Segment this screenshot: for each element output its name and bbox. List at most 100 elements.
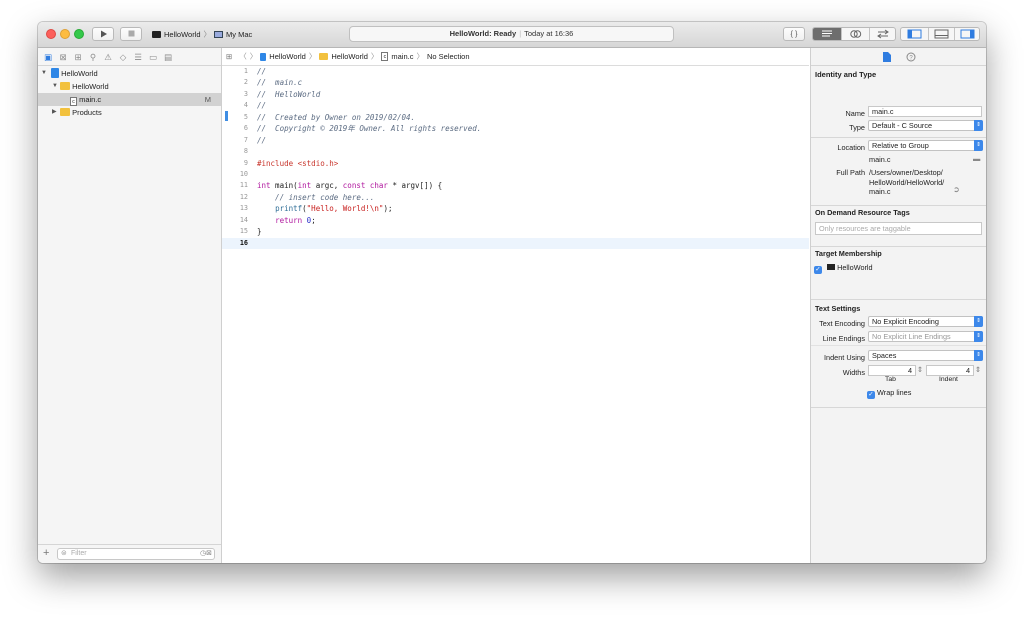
file-icon[interactable] [882, 51, 892, 63]
assistant-editor-button[interactable] [841, 28, 869, 40]
tree-row-project[interactable]: ▼ HelloWorld [38, 67, 221, 80]
odr-tags-field[interactable]: Only resources are taggable [815, 222, 982, 235]
divider [811, 246, 986, 247]
code-line[interactable]: 5 // Created by Owner on 2019/02/04. [222, 112, 809, 123]
tree-row-products[interactable]: ▶ Products [38, 106, 221, 119]
type-select[interactable]: Default - C Source ⇕ [868, 120, 983, 131]
toggle-debug-button[interactable] [928, 28, 954, 40]
zoom-button[interactable] [74, 29, 84, 39]
line-number: 14 [239, 215, 248, 224]
code-line[interactable]: 3 // HelloWorld [222, 89, 809, 100]
line-number: 9 [243, 158, 248, 167]
code-line[interactable]: 12 // insert code here... [222, 192, 809, 203]
disclosure-open-icon[interactable]: ▼ [41, 67, 47, 80]
minimize-button[interactable] [60, 29, 70, 39]
code-line[interactable]: 8 [222, 146, 809, 157]
tree-row-group[interactable]: ▼ HelloWorld [38, 80, 221, 93]
reveal-arrow-icon[interactable]: ➲ [953, 185, 960, 194]
folder-icon[interactable]: ▬ [973, 154, 980, 163]
activity-viewer: HelloWorld: Ready | Today at 16:36 [349, 26, 674, 42]
tab-width-field[interactable]: 4 [868, 365, 916, 376]
rings-icon [850, 30, 862, 38]
tree-row-file[interactable]: c main.c M [38, 93, 221, 106]
project-entry: HelloWorld [51, 67, 98, 80]
test-icon[interactable]: ◇ [117, 51, 129, 63]
back-icon[interactable]: 〈 [239, 51, 247, 62]
endings-select[interactable]: No Explicit Line Endings ⇕ [868, 331, 983, 342]
code-text: } [257, 227, 262, 237]
source-control-icon[interactable]: ⊠ [57, 51, 69, 63]
code-line[interactable]: 1 // [222, 66, 809, 77]
status-time: Today at 16:36 [524, 29, 574, 38]
line-number: 7 [243, 135, 248, 144]
help-icon[interactable]: ? [906, 52, 916, 62]
folder-icon[interactable]: ▣ [42, 51, 54, 63]
indent-width-field[interactable]: 4 [926, 365, 974, 376]
breakpoint-icon[interactable]: ▭ [147, 51, 159, 63]
target-row[interactable]: ✓ HelloWorld [814, 263, 873, 274]
run-button[interactable] [92, 27, 114, 41]
wrap-lines-row[interactable]: ✓ Wrap lines [867, 388, 911, 399]
close-button[interactable] [46, 29, 56, 39]
code-text: // Copyright © 2019年 Owner. All rights r… [257, 124, 482, 134]
warning-icon[interactable]: ⚠ [102, 51, 114, 63]
location-select[interactable]: Relative to Group ⇕ [868, 140, 983, 151]
report-icon[interactable]: ▤ [162, 51, 174, 63]
project-icon [260, 52, 267, 61]
code-line[interactable]: 6 // Copyright © 2019年 Owner. All rights … [222, 123, 809, 134]
filter-icon: ⊜ [61, 550, 67, 557]
toggle-navigator-button[interactable] [901, 28, 928, 40]
code-text: int main(int argc, const char * argv[]) … [257, 181, 443, 191]
code-area[interactable]: 1 // 2 // main.c 3 // HelloWorld 4 // 5 // Create… [222, 66, 809, 249]
code-line[interactable]: 7 // [222, 135, 809, 146]
jump-group[interactable]: HelloWorld [331, 52, 368, 61]
name-field[interactable]: main.c [868, 106, 982, 117]
file-inspector: ? Identity and Type Name main.c Type Def… [810, 48, 986, 563]
filter-input[interactable]: ⊜ Filter ◷⊠ [57, 548, 215, 560]
search-icon[interactable]: ⚲ [87, 51, 99, 63]
code-line[interactable]: 16 [222, 237, 809, 249]
standard-editor-button[interactable] [813, 28, 841, 40]
toggle-inspector-button[interactable] [954, 28, 980, 40]
full-path-label: Full Path [836, 168, 865, 177]
indent-select[interactable]: Spaces ⇕ [868, 350, 983, 361]
code-line[interactable]: 4 // [222, 100, 809, 111]
add-icon[interactable]: + [43, 547, 49, 559]
disclosure-open-icon[interactable]: ▼ [52, 80, 58, 93]
related-items-icon[interactable]: ⊞ [226, 52, 232, 61]
code-line[interactable]: 11 int main(int argc, const char * argv[]… [222, 180, 809, 191]
line-number: 15 [239, 227, 248, 236]
code-line[interactable]: 14 return 0; [222, 215, 809, 226]
line-number: 11 [239, 181, 248, 190]
checkbox-checked-icon[interactable]: ✓ [867, 391, 875, 399]
line-number: 16 [239, 238, 248, 247]
version-editor-button[interactable] [869, 28, 895, 40]
text-settings-title: Text Settings [815, 304, 861, 313]
code-line[interactable]: 15} [222, 226, 809, 237]
code-line[interactable]: 13 printf("Hello, World!\n"); [222, 203, 809, 214]
target-app-icon [827, 264, 836, 270]
code-line[interactable]: 2 // main.c [222, 77, 809, 88]
checkbox-checked-icon[interactable]: ✓ [814, 266, 822, 274]
project-label: HelloWorld [61, 69, 98, 78]
stop-button[interactable] [120, 27, 142, 41]
disclosure-closed-icon[interactable]: ▶ [52, 106, 57, 119]
folder-icon [60, 108, 70, 116]
widths-label: Widths [842, 368, 865, 377]
tab-stepper-icon[interactable]: ⇕ [917, 365, 923, 374]
recent-files-icon[interactable]: ◷⊠ [200, 549, 212, 559]
jump-project[interactable]: HelloWorld [269, 52, 306, 61]
code-snippets-button[interactable]: { } [783, 27, 805, 41]
debug-icon[interactable]: ☰ [132, 51, 144, 63]
forward-icon[interactable]: 〉 [250, 51, 258, 62]
indent-stepper-icon[interactable]: ⇕ [975, 365, 981, 374]
jump-symbol[interactable]: No Selection [427, 52, 470, 61]
code-line[interactable]: 9 #include <stdio.h> [222, 158, 809, 169]
encoding-select[interactable]: No Explicit Encoding ⇕ [868, 316, 983, 327]
play-icon [101, 30, 107, 38]
jump-file[interactable]: main.c [391, 52, 413, 61]
code-text: // insert code here... [257, 192, 375, 202]
scheme-selector[interactable]: HelloWorld 〉 My Mac [152, 27, 252, 41]
code-line[interactable]: 10 [222, 169, 809, 180]
hierarchy-icon[interactable]: ⊞ [72, 51, 84, 63]
